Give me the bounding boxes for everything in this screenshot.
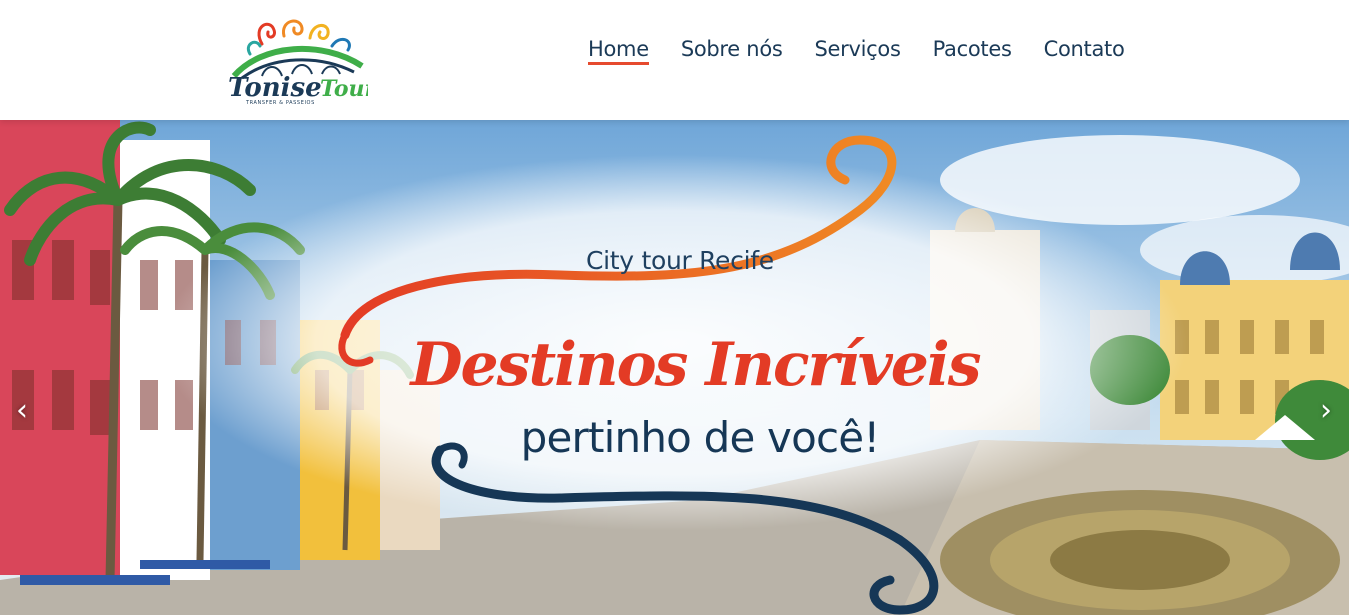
- hero-title: Destinos Incríveis: [410, 330, 981, 400]
- nav-link-home[interactable]: Home: [588, 34, 649, 65]
- main-nav: Home Sobre nós Serviços Pacotes Contato: [588, 34, 1125, 68]
- site-header: Tonise Tour TRANSFER & PASSEIOS Home Sob…: [0, 0, 1349, 120]
- hero-carousel: City tour Recife Destinos Incríveis pert…: [0, 120, 1349, 615]
- logo-tagline: TRANSFER & PASSEIOS: [245, 100, 315, 106]
- logo-wordmark-tonise: Tonise: [228, 73, 322, 103]
- hero-kicker: City tour Recife: [586, 246, 774, 275]
- hero-subtitle: pertinho de você!: [520, 413, 881, 462]
- chevron-left-icon[interactable]: ‹: [10, 396, 34, 426]
- chevron-right-icon[interactable]: ›: [1314, 396, 1338, 426]
- logo-wordmark-tour: Tour: [320, 76, 368, 102]
- tonise-tour-logo-icon: Tonise Tour TRANSFER & PASSEIOS: [228, 19, 368, 106]
- nav-link-sobre-nos[interactable]: Sobre nós: [681, 34, 783, 64]
- brand-logo[interactable]: Tonise Tour TRANSFER & PASSEIOS: [222, 14, 368, 106]
- nav-link-servicos[interactable]: Serviços: [815, 34, 901, 64]
- nav-link-pacotes[interactable]: Pacotes: [933, 34, 1012, 64]
- nav-link-contato[interactable]: Contato: [1044, 34, 1125, 64]
